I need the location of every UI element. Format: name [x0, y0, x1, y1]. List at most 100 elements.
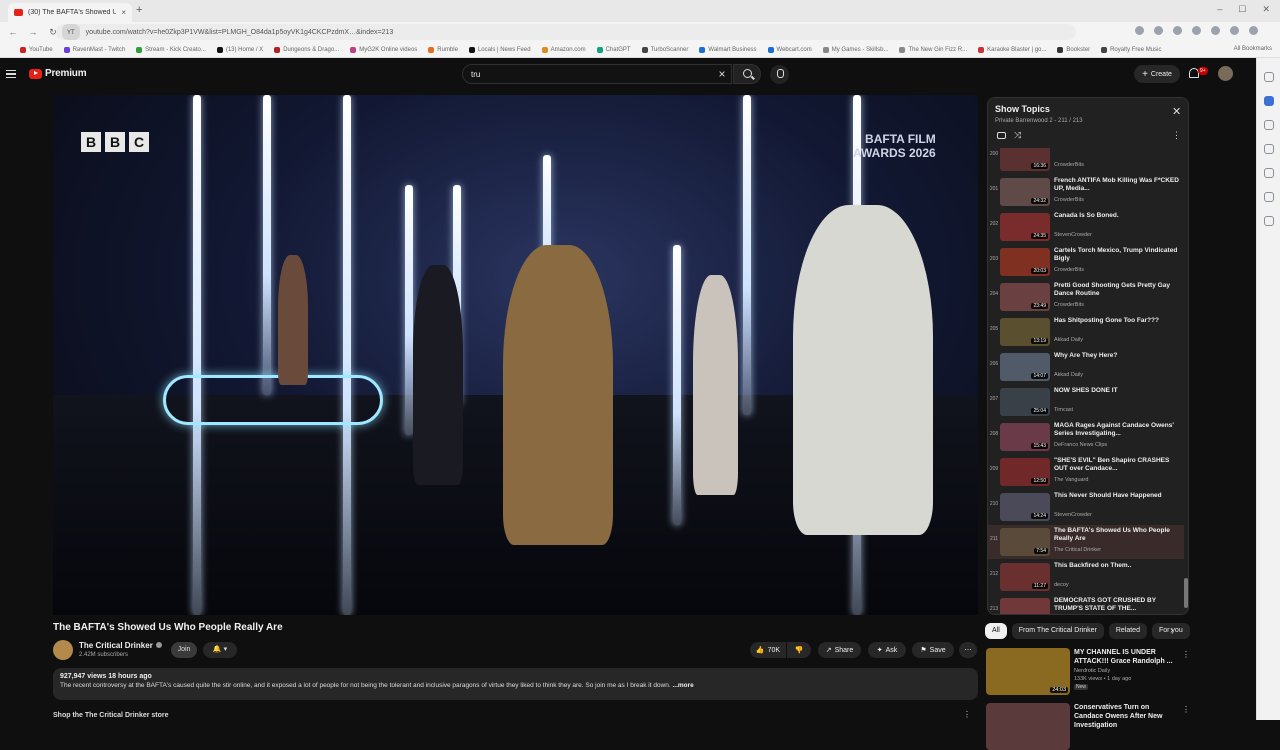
address-url[interactable]: youtube.com/watch?v=he0Zkp3P1VW&list=PLM…	[86, 29, 394, 36]
playlist-item[interactable]: 212 11:27 This Backfired on Them.. decoy	[988, 560, 1184, 594]
playlist-item-thumbnail[interactable]: 7:54	[1000, 528, 1050, 556]
bookmark-item[interactable]: Karaoke Blaster | go...	[978, 46, 1046, 53]
playlist-item-title[interactable]: Has Shitposting Gone Too Far???	[1054, 317, 1180, 325]
clear-search-icon[interactable]: ×	[714, 66, 730, 82]
bookmark-item[interactable]: ChatGPT	[596, 46, 631, 53]
address-bar[interactable]: YT youtube.com/watch?v=he0Zkp3P1VW&list=…	[56, 24, 1076, 40]
shuffle-icon[interactable]: ⤨	[1014, 130, 1021, 141]
profile-icon[interactable]	[1249, 26, 1258, 35]
playlist-item-title[interactable]: DEMOCRATS GOT CRUSHED BY TRUMP'S STATE O…	[1054, 597, 1180, 613]
playlist-item-thumbnail[interactable]: 23:49	[1000, 283, 1050, 311]
playlist-item[interactable]: 208 15:43 MAGA Rages Against Candace Owens…	[988, 420, 1184, 454]
playlist-item-thumbnail[interactable]: 24:32	[1000, 178, 1050, 206]
playlist-item[interactable]: 204 23:49 Pretti Good Shooting Gets Pretty…	[988, 280, 1184, 314]
side-panel-icon[interactable]	[1263, 72, 1274, 82]
side-panel-icon[interactable]	[1263, 192, 1274, 202]
like-button[interactable]: 👍 70K	[750, 642, 786, 658]
playlist-item-thumbnail[interactable]: 15:43	[1000, 423, 1050, 451]
recommended-video-title[interactable]: MY CHANNEL IS UNDER ATTACK!!! Grace Rand…	[1074, 648, 1178, 666]
recommended-video-channel[interactable]: Nerdrotic Daily	[1074, 668, 1110, 674]
browser-tab[interactable]: (30) The BAFTA's Showed Us Wh ×	[8, 3, 132, 22]
side-panel-icon[interactable]	[1263, 144, 1274, 154]
playlist-item-thumbnail[interactable]: 14:24	[1000, 493, 1050, 521]
playlist-item-thumbnail[interactable]: 24:35	[1000, 213, 1050, 241]
playlist-item-thumbnail[interactable]: 12:50	[1000, 458, 1050, 486]
playlist-item-thumbnail[interactable]: 26:50	[1000, 598, 1050, 614]
playlist-item[interactable]: 207 25:04 NOW SHES DONE IT Timcast	[988, 385, 1184, 419]
bookmark-item[interactable]: Locals | News Feed	[468, 46, 531, 53]
create-button[interactable]: + Create	[1134, 65, 1180, 83]
playlist-item-thumbnail[interactable]: 11:27	[1000, 563, 1050, 591]
search-icon[interactable]	[733, 64, 761, 84]
recommended-video-menu-icon[interactable]: ⋮	[1182, 705, 1190, 714]
bookmark-item[interactable]: My Games - Skillsb...	[822, 46, 888, 53]
playlist-menu-icon[interactable]: ⋮	[1172, 130, 1181, 141]
playlist-title[interactable]: Show Topics	[995, 104, 1050, 114]
bookmark-item[interactable]: Amazon.com	[541, 46, 586, 53]
playlist-scrollbar-thumb[interactable]	[1184, 578, 1188, 608]
share-button[interactable]: ↗ Share	[818, 642, 861, 658]
bookmark-item[interactable]: MyG2K Online videos	[350, 46, 417, 53]
filter-chip[interactable]: All	[985, 623, 1007, 639]
description-more-link[interactable]: ...more	[672, 682, 693, 689]
playlist-item-title[interactable]: "Too White" Is Worse Than Yo...	[1054, 148, 1180, 150]
playlist-item-thumbnail[interactable]: 25:04	[1000, 388, 1050, 416]
playlist-item-title[interactable]: The BAFTA's Showed Us Who People Really …	[1054, 527, 1180, 543]
description-box[interactable]: 927,947 views 18 hours ago The recent co…	[53, 668, 978, 700]
filter-chip[interactable]: Related	[1108, 623, 1147, 639]
playlist-item-title[interactable]: Cartels Torch Mexico, Trump Vindicated B…	[1054, 247, 1180, 263]
playlist-item-thumbnail[interactable]: 20:03	[1000, 248, 1050, 276]
all-bookmarks-link[interactable]: All Bookmarks	[1234, 46, 1272, 52]
bookmark-star-icon[interactable]	[1154, 26, 1163, 35]
close-playlist-icon[interactable]: ✕	[1172, 105, 1181, 118]
playlist-item[interactable]: 21326:50DEMOCRATS GOT CRUSHED BY TRUMP'S…	[988, 595, 1184, 614]
new-tab-icon[interactable]: +	[136, 4, 142, 16]
playlist-item-title[interactable]: NOW SHES DONE IT	[1054, 387, 1180, 395]
dislike-button[interactable]: 👎	[787, 642, 811, 658]
video-player[interactable]: B B C BAFTA FILM AWARDS 2026	[53, 95, 978, 615]
ask-button[interactable]: ✦ Ask	[868, 642, 906, 658]
bookmark-item[interactable]: Webcart.com	[767, 46, 812, 53]
playlist-scrollbar[interactable]	[1184, 148, 1188, 614]
extension-icon[interactable]	[1173, 26, 1182, 35]
channel-avatar[interactable]	[53, 640, 73, 660]
address-chip[interactable]: YT	[62, 24, 80, 40]
recommended-video-thumbnail[interactable]: 24:03	[986, 648, 1070, 695]
playlist-item[interactable]: 205 13:19 Has Shitposting Gone Too Far??? A…	[988, 315, 1184, 349]
bookmark-item[interactable]: Dungeons & Drago...	[274, 46, 339, 53]
side-panel-icon[interactable]	[1263, 216, 1274, 226]
hamburger-menu-icon[interactable]	[6, 70, 16, 78]
playlist-item[interactable]: 209 12:50 "SHE'S EVIL" Ben Shapiro CRASHES…	[988, 455, 1184, 489]
bookmark-item[interactable]: Walmart Business	[699, 46, 757, 53]
playlist-item-thumbnail[interactable]: 16:36	[1000, 148, 1050, 171]
playlist-item-title[interactable]: Why Are They Here?	[1054, 352, 1180, 360]
subscribed-bell-button[interactable]: 🔔 ▾	[203, 642, 237, 658]
playlist-item-thumbnail[interactable]: 13:19	[1000, 318, 1050, 346]
playlist-item[interactable]: 202 24:35 Canada Is So Boned. StevenCrowder	[988, 210, 1184, 244]
playlist-item[interactable]: 201 24:32 French ANTIFA Mob Killing Was F*…	[988, 175, 1184, 209]
save-button[interactable]: ⚑ Save	[912, 642, 954, 658]
loop-icon[interactable]	[997, 132, 1006, 139]
bookmark-item[interactable]: Stream - Kick Creato...	[136, 46, 206, 53]
extension-icon[interactable]	[1211, 26, 1220, 35]
minimize-icon[interactable]: –	[1217, 4, 1222, 15]
playlist-item[interactable]: 200 16:36 "Too White" Is Worse Than Yo... C…	[988, 148, 1184, 174]
bookmark-item[interactable]: YouTube	[20, 46, 53, 53]
extension-icon[interactable]	[1230, 26, 1239, 35]
playlist-item-title[interactable]: This Never Should Have Happened	[1054, 492, 1180, 500]
playlist-item-title[interactable]: "SHE'S EVIL" Ben Shapiro CRASHES OUT ove…	[1054, 457, 1180, 473]
playlist-item[interactable]: 210 14:24 This Never Should Have Happened S…	[988, 490, 1184, 524]
side-panel-icon[interactable]	[1263, 120, 1274, 130]
bookmark-item[interactable]: Bookster	[1057, 46, 1090, 53]
side-panel-icon[interactable]	[1263, 168, 1274, 178]
channel-name-text[interactable]: The Critical Drinker	[79, 641, 153, 650]
bookmark-item[interactable]: RavenMast - Twitch	[63, 46, 125, 53]
playlist-item-title[interactable]: French ANTIFA Mob Killing Was F*CKED UP,…	[1054, 177, 1180, 193]
close-tab-icon[interactable]: ×	[121, 8, 126, 17]
side-panel-icon[interactable]	[1263, 96, 1274, 106]
bookmark-item[interactable]: (13) Home / X	[216, 46, 263, 53]
close-window-icon[interactable]: ✕	[1262, 4, 1270, 15]
back-icon[interactable]: ←	[6, 27, 20, 37]
chips-next-icon[interactable]: ›	[1170, 625, 1173, 636]
store-more-icon[interactable]: ⋮	[963, 710, 971, 719]
